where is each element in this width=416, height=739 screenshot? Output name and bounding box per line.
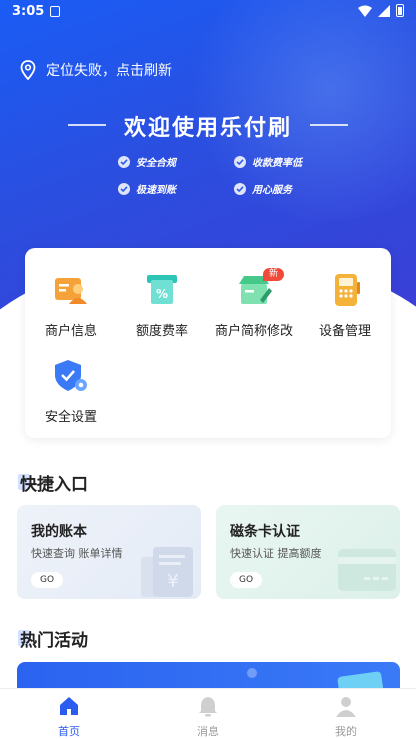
tab-profile[interactable]: 我的 [316,695,376,739]
feature-item: 用心服务 [234,181,292,196]
menu-item-shop-edit[interactable]: 新 商户简称修改 [208,268,300,339]
feature-item: 极速到账 [118,181,176,196]
location-refresh[interactable]: 定位失败，点击刷新 [20,60,172,80]
new-badge: 新 [263,268,285,281]
shield-gear-icon [55,360,87,391]
signal-icon [378,4,390,17]
quick-card-title: 磁条卡认证 [230,524,300,540]
quick-card-title: 我的账本 [31,524,87,540]
menu-item-label: 商户简称修改 [214,324,293,339]
quick-card-subtitle: 快速查询 账单详情 [31,547,123,560]
tab-label: 消息 [197,725,219,738]
menu-item-label: 额度费率 [135,324,188,339]
pos-device-icon [335,274,360,306]
feature-label: 极速到账 [136,185,176,196]
hot-activity-title: 热门活动 [18,626,88,651]
quick-entry-title: 快捷入口 [18,470,88,495]
welcome-block: 欢迎使用乐付刷 [0,110,416,142]
feature-item: 安全合规 [118,154,176,169]
menu-item-rate[interactable]: % 额度费率 [116,272,208,339]
svg-text:¥: ¥ [167,571,178,592]
menu-item-merchant-info[interactable]: 商户信息 [25,272,117,339]
user-icon [336,697,356,717]
tab-messages[interactable]: 消息 [178,695,238,739]
menu-item-device[interactable]: 设备管理 [299,272,391,339]
feature-label: 用心服务 [252,185,292,196]
bell-icon [199,697,217,717]
feature-item: 收款费率低 [234,154,302,169]
location-pin-icon [20,60,36,80]
merchant-info-icon [55,278,87,304]
bank-card-icon [338,549,396,591]
tab-home[interactable]: 首页 [39,695,99,739]
status-bar: 3:05 [0,0,416,24]
ledger-icon: ¥ [141,547,193,597]
welcome-title: 欢迎使用乐付刷 [123,116,292,141]
quick-card-card-auth[interactable]: 磁条卡认证 快速认证 提高额度 GO [216,505,400,599]
section-title-text: 快捷入口 [20,475,88,495]
wifi-icon [358,5,372,17]
banner-dot [247,668,257,678]
menu-item-label: 设备管理 [318,324,371,339]
quick-card-subtitle: 快速认证 提高额度 [230,547,322,560]
feature-label: 安全合规 [136,158,176,169]
feature-label: 收款费率低 [252,158,302,169]
bottom-tab-bar: 首页 消息 我的 [0,688,416,739]
rate-icon: % [147,275,177,304]
home-icon [60,697,78,715]
check-icon [234,182,246,195]
go-button[interactable]: GO [230,572,262,588]
status-time: 3:05 [12,4,45,19]
go-button[interactable]: GO [31,572,63,588]
menu-item-label: 安全设置 [44,410,97,425]
check-icon [118,155,130,168]
quick-card-ledger[interactable]: 我的账本 快速查询 账单详情 GO ¥ [17,505,201,599]
battery-icon [396,4,404,17]
function-menu-card: 商户信息 % 额度费率 新 商户简称修改 设备管理 安全设置 [25,248,391,438]
tab-label: 我的 [335,725,357,738]
menu-item-label: 商户信息 [44,324,97,339]
section-title-text: 热门活动 [20,631,88,651]
check-icon [118,182,130,195]
menu-item-security[interactable]: 安全设置 [25,358,117,425]
svg-text:%: % [156,287,168,301]
tab-label: 首页 [58,725,80,738]
check-icon [234,155,246,168]
location-text: 定位失败，点击刷新 [46,63,172,79]
sim-icon [50,6,60,17]
